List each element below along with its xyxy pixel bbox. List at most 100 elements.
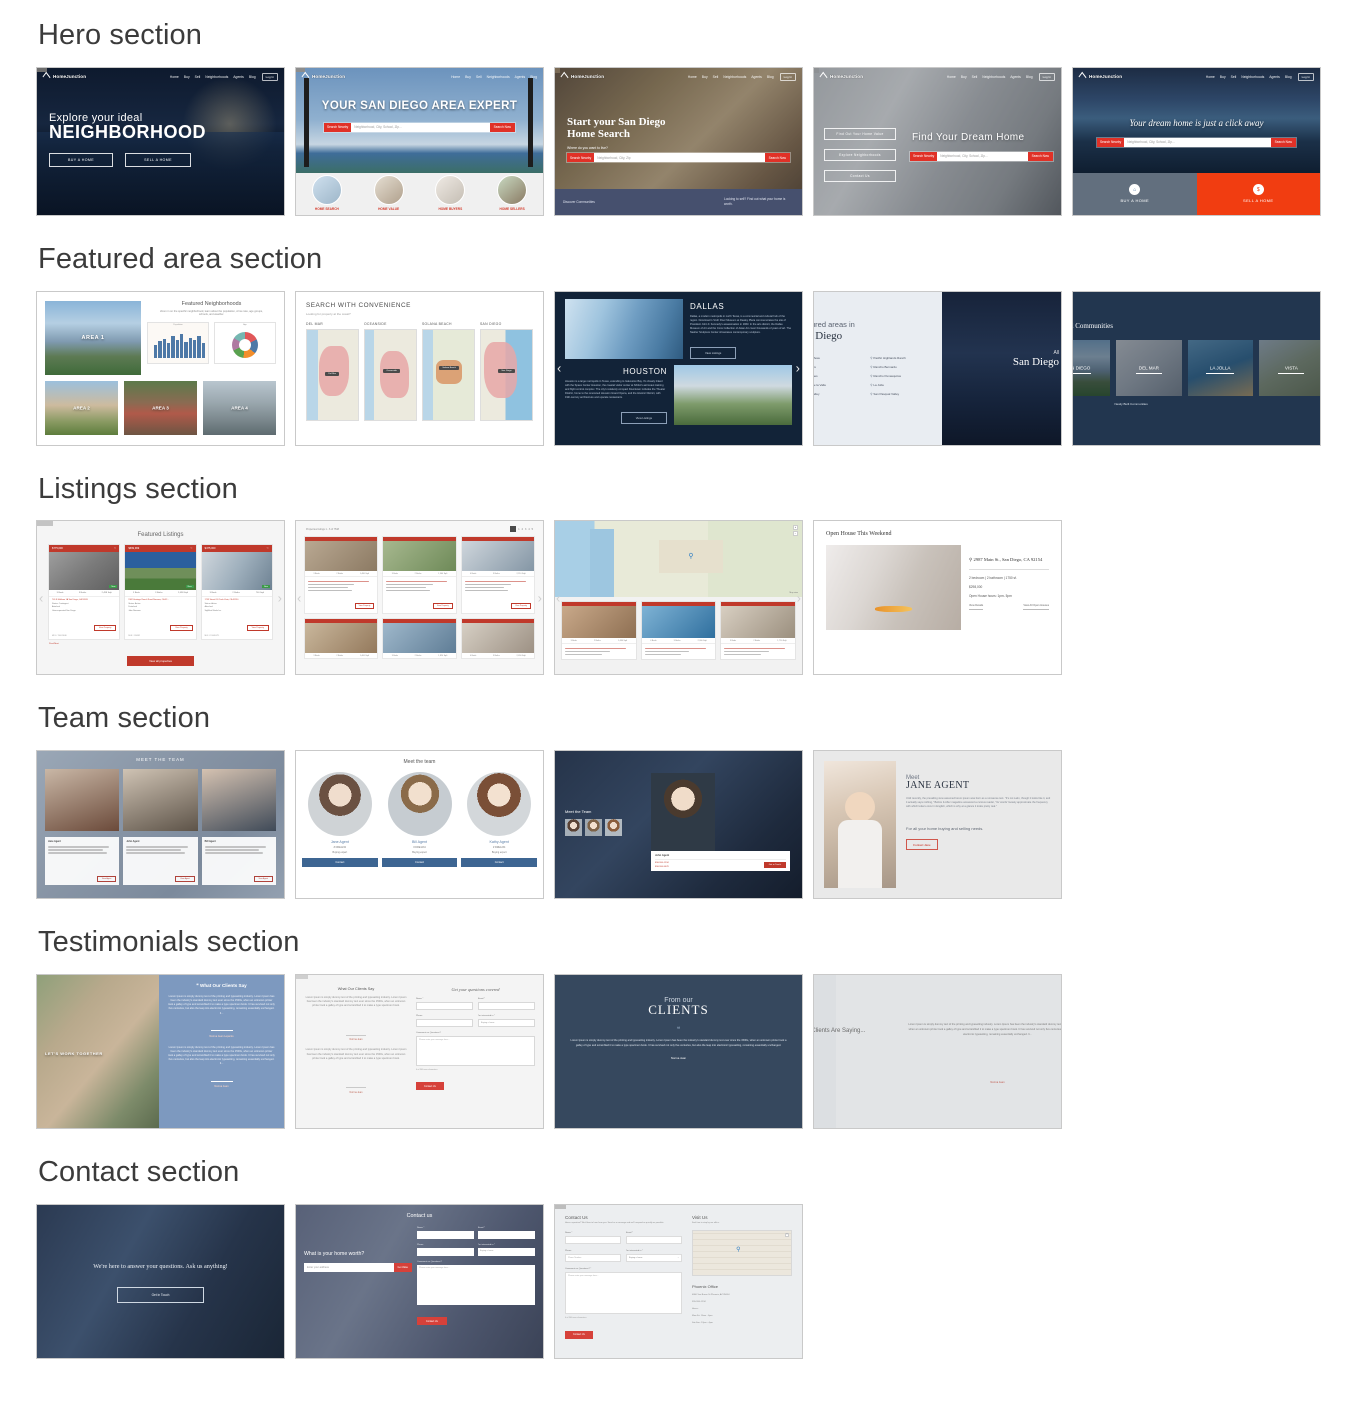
thumb-contact-cta-banner[interactable]: We're here to answer your questions. Ask… — [36, 1203, 285, 1359]
thumb-listings-map-split[interactable]: ‹ › ⚲ + − Map view 3 Beds 2 Baths 1,480 … — [554, 520, 803, 676]
thumb-featured-areas-san-diego-list[interactable]: All San Diego Featured areas in San Dieg… — [813, 290, 1062, 446]
thumb-contact-home-worth-form[interactable]: Contact us What is your home worth? Ente… — [295, 1203, 544, 1359]
thumb-contact-with-map-office[interactable]: Contact Us Have a question? We'd love to… — [554, 1203, 803, 1359]
email-input[interactable] — [626, 1236, 682, 1245]
address-input[interactable]: Enter your address — [304, 1262, 394, 1272]
pagination[interactable]: 1 2 3 4 5 — [510, 526, 533, 533]
thumb-hero-click-away[interactable]: HomeJunction Home Buy Sell Neighborhoods… — [1072, 66, 1321, 216]
search-bar[interactable]: Search Nearby Neighborhood, City, School… — [910, 151, 1053, 161]
search-now-button[interactable]: Search Now — [1270, 137, 1296, 147]
carousel-prev-icon[interactable]: ‹ — [39, 591, 43, 604]
message-textarea[interactable]: Please enter your message here... — [416, 1035, 535, 1066]
sell-a-home-button[interactable]: SELL A HOME — [125, 152, 191, 167]
email-input[interactable] — [478, 1230, 535, 1239]
heart-icon[interactable]: ♡ — [114, 547, 116, 550]
community-tile-la-jolla[interactable]: LA JOLLA — [1187, 339, 1253, 396]
search-input[interactable]: Neighborhood, City, Zip — [594, 153, 764, 162]
search-input[interactable]: Neighborhood, City, School, Zip... — [937, 152, 1027, 161]
name-input[interactable] — [565, 1236, 621, 1245]
map-expand-button[interactable]: ⛶ — [785, 1232, 789, 1237]
listing-card[interactable]: 3 Beds 2 Baths 1,820 Sqft — [382, 618, 457, 660]
search-input[interactable]: Neighborhood, City, School, Zip... — [1124, 138, 1270, 147]
office-map[interactable]: ⚲ ⛶ — [692, 1229, 792, 1276]
community-tile-vista[interactable]: VISTA — [1258, 339, 1320, 396]
listing-card[interactable]: 4 Beds 3 Baths 2,050 Sqft — [460, 618, 535, 660]
view-property-button[interactable]: View Property — [432, 603, 453, 610]
search-bar[interactable]: Search Nearby Neighborhood, City, School… — [324, 122, 515, 132]
listing-card[interactable]: 3 Beds 2 Baths 1,400 Sqft — [304, 618, 379, 660]
thumb-featured-neighborhoods-grid[interactable]: AREA 1 Featured Neighborhoods Zoom in on… — [36, 290, 285, 446]
home-value-button[interactable]: Find Out Your Home Value — [824, 127, 896, 140]
login-button[interactable]: Log In — [779, 72, 796, 81]
view-all-properties-button[interactable]: View all properties — [127, 656, 194, 667]
thumb-meet-the-team-card-overlay[interactable]: Meet the Team John Agent 858-555-1234 85… — [554, 750, 803, 900]
nav-links[interactable]: Home Buy Sell Neighborhoods Agents Blog — [688, 75, 774, 79]
carousel-next-icon[interactable]: › — [538, 591, 542, 604]
dallas-view-listings-button[interactable]: View Listings — [690, 346, 737, 359]
team-member[interactable]: Jane Agent # DRE1234 Buying expert Conta… — [302, 772, 378, 868]
thumb-hero-san-diego-expert[interactable]: HomeJunction Home Buy Sell Neighborhoods… — [295, 66, 544, 216]
contact-button[interactable]: Contact — [461, 858, 538, 868]
thumb-testimonials-light-slider[interactable]: What Our Clients Are Saying... Lorem Ips… — [813, 973, 1062, 1129]
listing-card[interactable]: 3 Beds 2 Baths 1,960 Sqft View Property — [382, 536, 457, 615]
search-now-button[interactable]: Search Now — [1027, 151, 1053, 161]
contact-us-button[interactable]: Contact Us — [417, 1317, 447, 1326]
agent-phone-2[interactable]: 858-555-5678 — [655, 866, 669, 868]
team-thumb[interactable] — [605, 819, 622, 837]
tile-home-search[interactable]: HOME SEARCH — [311, 174, 342, 211]
get-in-touch-button[interactable]: Get in Touch — [116, 1286, 205, 1303]
search-nearby-tag[interactable]: Search Nearby — [324, 122, 352, 132]
search-input[interactable]: Neighborhood, City, School, Zip... — [351, 123, 489, 132]
message-textarea[interactable]: Please enter your message here... — [565, 1272, 682, 1315]
prev-next-link[interactable]: Prev/Next — [37, 640, 284, 645]
thumb-featured-communities-tiles[interactable]: Featured Communities SAN DIEGO DEL MAR — [1072, 290, 1321, 446]
thumb-open-house-weekend[interactable]: Open House This Weekend ⚲ 2987 Main St.,… — [813, 520, 1062, 676]
team-member[interactable]: Kathy Agent # DRE1234 Buying expert Cont… — [461, 772, 538, 868]
buy-a-home-button[interactable]: BUY A HOME — [49, 152, 114, 167]
map-col-san-diego[interactable]: SAN DIEGO San Diego — [480, 322, 533, 421]
view-property-button[interactable]: View Property — [246, 625, 269, 632]
view-property-button[interactable]: View Property — [170, 625, 193, 632]
map-col-del-mar[interactable]: DEL MAR Del Mar — [306, 322, 359, 421]
contact-button[interactable]: Contact — [302, 858, 378, 868]
team-thumb[interactable] — [565, 819, 582, 837]
brand-logo[interactable]: HomeJunction — [301, 71, 345, 83]
nav-links[interactable]: Home Buy Sell Neighborhoods Agents Blog — [170, 75, 256, 79]
team-card[interactable]: John Agent View Agent — [123, 837, 198, 886]
login-button[interactable]: Log In — [1297, 72, 1314, 81]
interest-select[interactable]: Buying a home ⌄ — [626, 1254, 682, 1263]
interest-select[interactable]: Buying a home — [478, 1247, 535, 1256]
interest-select[interactable]: Buying a home — [478, 1018, 535, 1027]
listing-card[interactable]: 3 Beds 2 Baths 1,480 Sqft — [561, 601, 637, 660]
search-nearby-tag[interactable]: Search Nearby — [567, 153, 595, 163]
agent-phone-1[interactable]: 858-555-1234 — [655, 862, 669, 864]
team-card[interactable]: Jane Agent View Agent — [45, 837, 120, 886]
email-input[interactable] — [478, 1001, 535, 1010]
listing-card[interactable]: 4 Beds 3 Baths 2,300 Sqft — [640, 601, 717, 660]
search-bar[interactable]: Search Nearby Neighborhood, City, Zip Se… — [567, 153, 790, 163]
phone-input[interactable] — [416, 1018, 473, 1027]
team-card[interactable]: Bill Agent View Agent — [201, 837, 276, 886]
contact-us-button[interactable]: Contact Us — [416, 1082, 444, 1091]
brand-logo[interactable]: HomeJunction — [42, 71, 86, 83]
search-nearby-tag[interactable]: Search Nearby — [1097, 137, 1125, 147]
name-input[interactable] — [417, 1230, 474, 1239]
carousel-prev-icon[interactable]: ‹ — [557, 362, 561, 375]
heart-icon[interactable]: ♡ — [267, 547, 269, 550]
community-tile-del-mar[interactable]: DEL MAR — [1116, 339, 1182, 396]
sell-prompt[interactable]: Looking to sell? Find out what your home… — [724, 197, 794, 207]
nav-links[interactable]: Home Buy Sell Neighborhoods Agents Blog — [451, 75, 537, 79]
nav-links[interactable]: Home Buy Sell Neighborhoods Agents Blog — [947, 75, 1033, 79]
tile-home-value[interactable]: HOME VALUE — [373, 174, 404, 211]
name-input[interactable] — [416, 1001, 473, 1010]
zoom-out-button[interactable]: − — [793, 531, 798, 537]
view-property-button[interactable]: View Property — [93, 625, 117, 632]
view-details-link[interactable]: View Details — [969, 604, 984, 610]
team-thumb[interactable] — [585, 819, 602, 837]
listing-card[interactable]: $775,000 ♡ New 3 Beds 3 Baths 2,498 Sqft 70… — [48, 544, 121, 641]
view-agent-button[interactable]: View Agent — [253, 876, 273, 883]
brand-logo[interactable]: HomeJunction — [1078, 71, 1122, 83]
office-phone[interactable]: 555-555-1234 — [692, 1301, 792, 1303]
zoom-in-button[interactable]: + — [793, 525, 798, 531]
carousel-next-icon[interactable]: › — [796, 362, 800, 375]
